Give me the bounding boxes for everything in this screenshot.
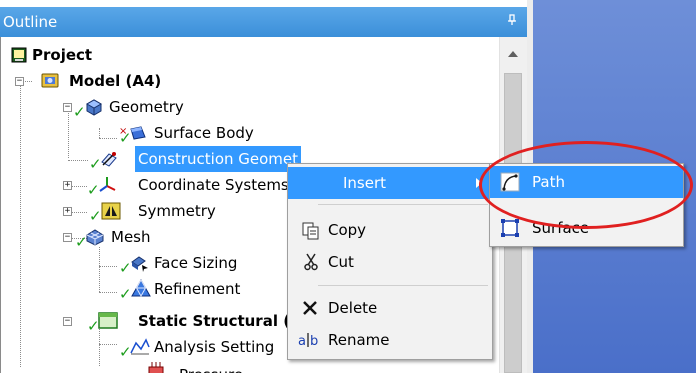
tree-label-surface-body: Surface Body — [154, 124, 254, 142]
tree-item-pressure[interactable]: Pressure — [1, 359, 496, 373]
menu-item-cut[interactable]: Cut — [288, 246, 492, 278]
face-sizing-icon — [131, 256, 148, 272]
tree-item-project[interactable]: Project — [1, 42, 496, 68]
check-icon: ✓ — [73, 103, 86, 121]
tree-label-static-structural: Static Structural ( — [138, 312, 291, 330]
coordinate-systems-icon — [99, 177, 116, 192]
check-icon: ✓ — [119, 285, 132, 303]
submenu-item-surface[interactable]: Surface — [490, 212, 683, 244]
rename-icon: ab — [298, 333, 318, 349]
tree-label-analysis-settings: Analysis Setting — [154, 338, 275, 356]
expand-icon[interactable]: + — [63, 181, 72, 190]
pressure-icon — [148, 362, 164, 373]
surface-body-icon — [130, 126, 146, 140]
pin-icon[interactable] — [507, 7, 517, 37]
tree-label-pressure: Pressure — [179, 362, 243, 373]
menu-item-rename[interactable]: ab Rename — [288, 324, 492, 356]
collapse-icon[interactable]: − — [15, 77, 24, 86]
construction-geometry-icon — [101, 152, 117, 167]
outline-title: Outline — [3, 13, 58, 31]
mesh-icon — [86, 229, 104, 246]
collapse-icon[interactable]: − — [63, 233, 72, 242]
refinement-icon — [131, 279, 151, 297]
menu-label-delete: Delete — [328, 299, 378, 317]
collapse-icon[interactable]: − — [63, 317, 72, 326]
menu-item-delete[interactable]: Delete — [288, 292, 492, 324]
cross-icon: × — [119, 126, 128, 137]
outline-titlebar: Outline — [0, 7, 527, 37]
analysis-settings-icon — [130, 338, 150, 355]
svg-text:b: b — [310, 334, 318, 349]
svg-text:a: a — [298, 334, 306, 349]
submenu-item-path[interactable]: Path — [490, 166, 683, 198]
submenu-label-path: Path — [532, 173, 565, 191]
copy-icon — [302, 222, 319, 240]
menu-item-copy[interactable]: Copy — [288, 214, 492, 246]
menu-label-cut: Cut — [328, 253, 354, 271]
model-icon — [41, 73, 59, 88]
path-icon — [500, 172, 520, 192]
collapse-icon[interactable]: − — [63, 103, 72, 112]
submenu-label-surface: Surface — [532, 219, 590, 237]
submenu-arrow-icon — [476, 178, 482, 188]
menu-label-copy: Copy — [328, 221, 367, 239]
check-icon: ✓ — [89, 207, 102, 225]
geometry-icon — [85, 99, 103, 116]
tree-label-coordinate-systems: Coordinate Systems — [138, 176, 289, 194]
expand-icon[interactable]: + — [63, 207, 72, 216]
symmetry-icon — [101, 202, 121, 220]
tree-item-model[interactable]: − Model (A4) — [1, 68, 496, 94]
delete-icon — [303, 301, 317, 315]
tree-label-model: Model (A4) — [69, 72, 162, 90]
tree-item-surface-body[interactable]: ✓ × Surface Body — [1, 120, 496, 146]
menu-item-insert[interactable]: Insert — [288, 167, 492, 199]
menu-label-insert: Insert — [343, 174, 387, 192]
tree-label-project: Project — [32, 46, 93, 64]
tree-label-refinement: Refinement — [154, 280, 241, 298]
surface-icon — [501, 219, 519, 237]
tree-item-geometry[interactable]: − ✓ Geometry — [1, 94, 496, 120]
tree-label-geometry: Geometry — [109, 98, 184, 116]
tree-label-face-sizing: Face Sizing — [154, 254, 238, 272]
cut-icon — [304, 253, 318, 271]
menu-label-rename: Rename — [328, 331, 390, 349]
tree-label-mesh: Mesh — [111, 228, 151, 246]
tree-label-construction-geometry: Construction Geomet — [135, 146, 302, 172]
context-menu: Insert Copy Cut Delete ab Rename — [287, 163, 493, 360]
project-icon — [11, 47, 27, 63]
insert-submenu: Path Surface — [489, 163, 684, 247]
tree-label-symmetry: Symmetry — [138, 202, 216, 220]
static-structural-icon — [98, 312, 118, 329]
scroll-up-icon[interactable] — [508, 51, 518, 57]
